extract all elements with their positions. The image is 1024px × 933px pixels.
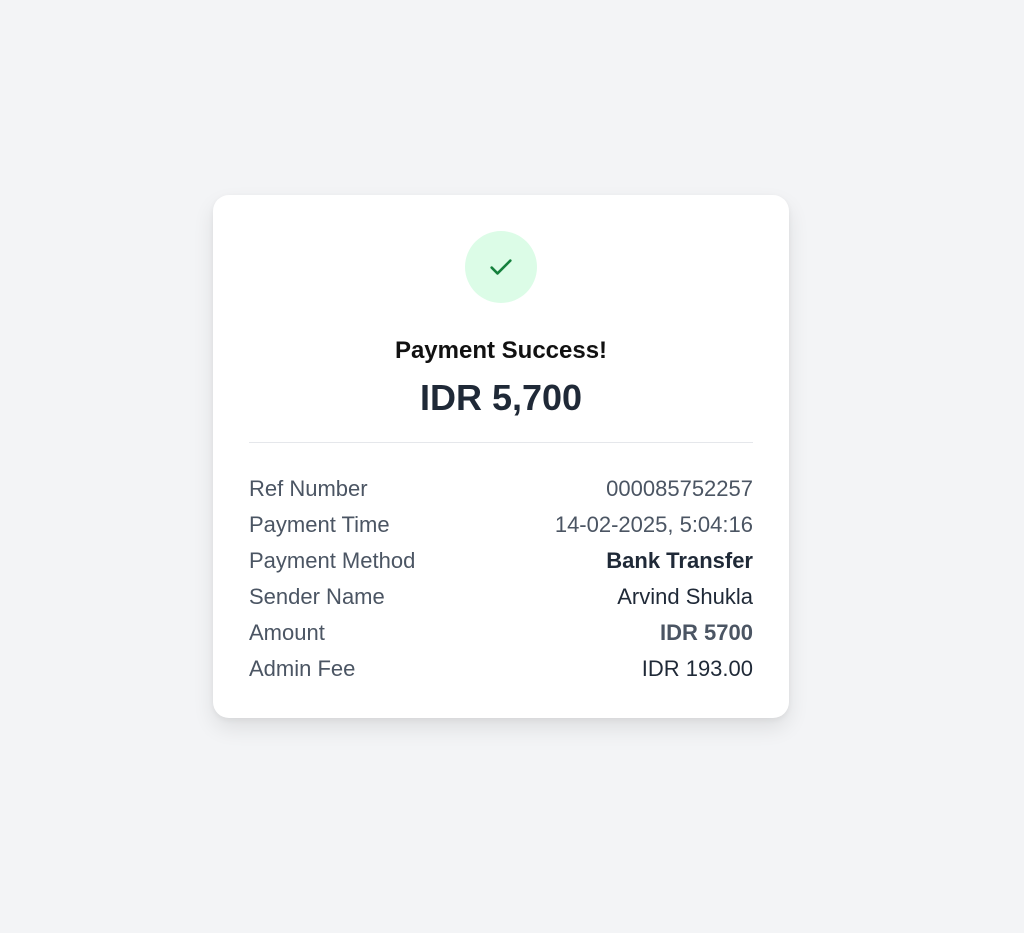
payment-time-value: 14-02-2025, 5:04:16 <box>554 512 753 537</box>
checkmark-icon <box>490 259 512 275</box>
amount-value: IDR 5700 <box>660 620 753 645</box>
payment-details-list: Ref Number 000085752257 Payment Time 14-… <box>249 471 753 687</box>
admin-fee-label: Admin Fee <box>249 656 356 681</box>
ref-number-label: Ref Number <box>249 476 368 501</box>
payment-status-title: Payment Success! <box>394 337 608 364</box>
payment-receipt-card: Payment Success! IDR 5,700 Ref Number 00… <box>213 195 789 718</box>
detail-row-sender-name: Sender Name Arvind Shukla <box>249 579 753 615</box>
admin-fee-value: IDR 193.00 <box>641 656 753 681</box>
sender-name-label: Sender Name <box>249 584 385 609</box>
payment-method-value: Bank Transfer <box>606 548 753 573</box>
ref-number-value: 000085752257 <box>606 476 753 501</box>
payment-method-label: Payment Method <box>249 548 416 573</box>
divider <box>249 442 753 443</box>
detail-row-payment-method: Payment Method Bank Transfer <box>249 543 753 579</box>
detail-row-payment-time: Payment Time 14-02-2025, 5:04:16 <box>249 507 753 543</box>
payment-amount-total: IDR 5,700 <box>419 377 583 418</box>
sender-name-value: Arvind Shukla <box>617 584 753 609</box>
payment-time-label: Payment Time <box>249 512 390 537</box>
detail-row-amount: Amount IDR 5700 <box>249 615 753 651</box>
detail-row-admin-fee: Admin Fee IDR 193.00 <box>249 651 753 687</box>
detail-row-ref-number: Ref Number 000085752257 <box>249 471 753 507</box>
amount-label: Amount <box>249 620 325 645</box>
success-badge <box>465 231 537 303</box>
